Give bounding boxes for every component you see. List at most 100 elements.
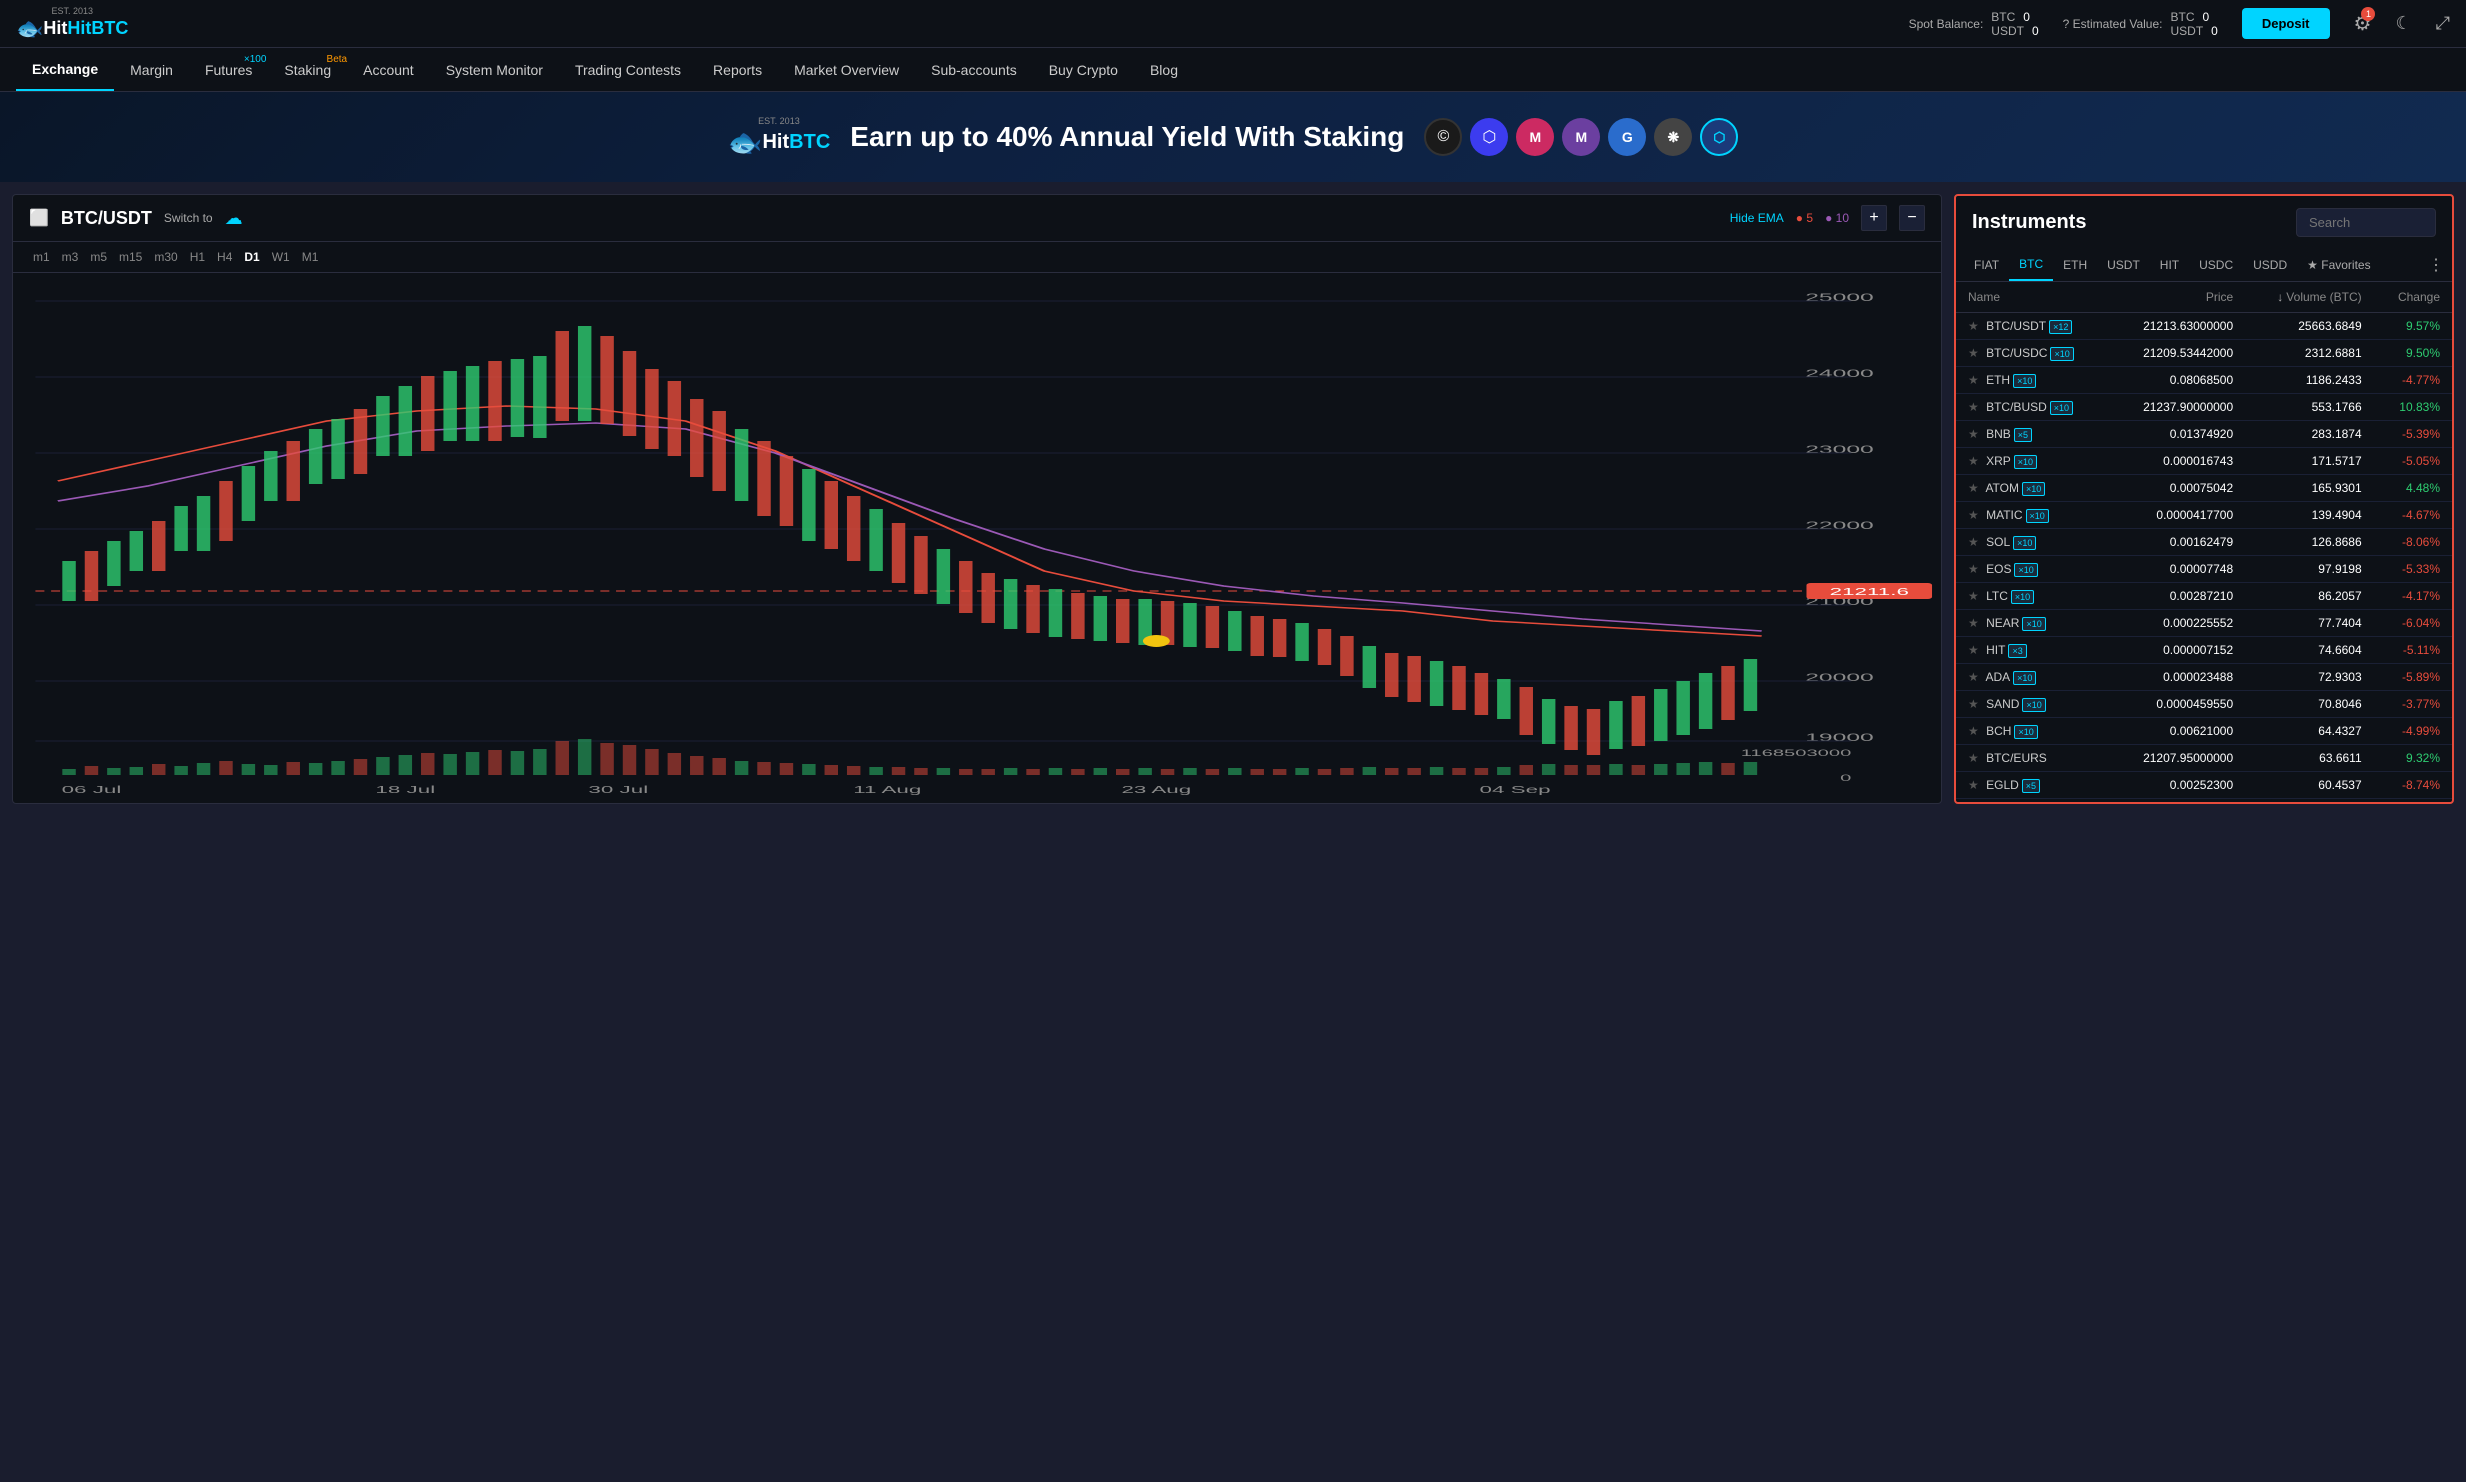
theme-icon[interactable]: ☾ [2395,13,2411,34]
table-row[interactable]: ★ ADA×10 0.000023488 72.9303 -5.89% [1956,664,2452,691]
nav-item-trading-contests[interactable]: Trading Contests [559,50,697,90]
zoom-in-button[interactable]: + [1861,205,1887,231]
star-icon[interactable]: ★ [1968,562,1979,576]
nav-item-sub-accounts[interactable]: Sub-accounts [915,50,1033,90]
star-icon[interactable]: ★ [1968,508,1979,522]
logo: EST. 2013 🐟 HitHitBTC [16,6,128,42]
table-row[interactable]: ★ EGLD×5 0.00252300 60.4537 -8.74% [1956,772,2452,799]
nav-item-margin[interactable]: Margin [114,50,189,90]
tf-m15[interactable]: m15 [115,248,146,266]
switch-icon[interactable]: ☁ [225,208,243,229]
price-chart: 25000 24000 23000 22000 21000 20000 1900… [13,281,1941,801]
table-row[interactable]: ★ BNB×5 0.01374920 283.1874 -5.39% [1956,421,2452,448]
star-icon[interactable]: ★ [1968,616,1979,630]
tab-hit[interactable]: HIT [2150,250,2189,280]
tab-more-icon[interactable]: ⋮ [2428,255,2444,275]
svg-text:18 Jul: 18 Jul [375,784,435,796]
tf-m5[interactable]: m5 [86,248,111,266]
table-row[interactable]: ★ MATIC×10 0.0000417700 139.4904 -4.67% [1956,502,2452,529]
star-icon[interactable]: ★ [1968,454,1979,468]
star-icon[interactable]: ★ [1968,589,1979,603]
star-icon[interactable]: ★ [1968,697,1979,711]
star-icon[interactable]: ★ [1968,346,1979,360]
table-row[interactable]: ★ LTC×10 0.00287210 86.2057 -4.17% [1956,583,2452,610]
table-row[interactable]: ★ ATOM×10 0.00075042 165.9301 4.48% [1956,475,2452,502]
chart-pair-icon: ⬜ [29,208,49,228]
price-cell: 0.000016743 [2110,448,2245,475]
nav-item-account[interactable]: Account [347,50,430,90]
table-row[interactable]: ★ EOS×10 0.00007748 97.9198 -5.33% [1956,556,2452,583]
tab-eth[interactable]: ETH [2053,250,2097,280]
tf-h1[interactable]: H1 [186,248,209,266]
zoom-out-button[interactable]: − [1899,205,1925,231]
name-cell: ★ HIT×3 [1956,637,2110,664]
table-row[interactable]: ★ BTC/USDT×12 21213.63000000 25663.6849 … [1956,313,2452,340]
tf-h4[interactable]: H4 [213,248,236,266]
table-row[interactable]: ★ HIT×3 0.000007152 74.6604 -5.11% [1956,637,2452,664]
star-icon[interactable]: ★ [1968,427,1979,441]
nav-item-blog[interactable]: Blog [1134,50,1194,90]
tab-favorites[interactable]: ★ Favorites [2297,250,2380,280]
table-row[interactable]: ★ SAND×10 0.0000459550 70.8046 -3.77% [1956,691,2452,718]
nav-item-exchange[interactable]: Exchange [16,49,114,91]
tab-btc[interactable]: BTC [2009,249,2053,281]
table-row[interactable]: ★ NEAR×10 0.000225552 77.7404 -6.04% [1956,610,2452,637]
tf-d1[interactable]: D1 [240,248,263,266]
tf-m1b[interactable]: M1 [298,248,323,266]
navigation: Exchange Margin Futures ×100 Staking Bet… [0,48,2466,92]
logo-btc: HitBTC [67,18,128,39]
nav-item-reports[interactable]: Reports [697,50,778,90]
tab-usdt[interactable]: USDT [2097,250,2150,280]
table-row[interactable]: ★ ETH×10 0.08068500 1186.2433 -4.77% [1956,367,2452,394]
change-cell: 4.48% [2374,475,2452,502]
table-row[interactable]: ★ BTC/DAI 21217.15000000 38.7707 9.33% [1956,799,2452,803]
estimated-label: ? Estimated Value: [2063,17,2163,31]
settings-icon[interactable]: ⚙ 1 [2354,11,2372,36]
change-cell: -8.74% [2374,772,2452,799]
search-input[interactable] [2296,208,2436,237]
nav-item-futures[interactable]: Futures ×100 [189,50,268,90]
star-icon[interactable]: ★ [1968,778,1979,792]
tf-m1[interactable]: m1 [29,248,54,266]
table-row[interactable]: ★ BCH×10 0.00621000 64.4327 -4.99% [1956,718,2452,745]
star-icon[interactable]: ★ [1968,643,1979,657]
star-icon[interactable]: ★ [1968,481,1979,495]
tab-fiat[interactable]: FIAT [1964,250,2009,280]
switch-to-label[interactable]: Switch to [164,211,213,225]
star-icon[interactable]: ★ [1968,400,1979,414]
table-row[interactable]: ★ BTC/EURS 21207.95000000 63.6611 9.32% [1956,745,2452,772]
est-btc-amount: 0 [2202,10,2209,24]
expand-icon[interactable]: ⤢ [2436,13,2450,34]
staking-banner[interactable]: EST. 2013 🐟 HitBTC Earn up to 40% Annual… [0,92,2466,182]
star-icon[interactable]: ★ [1968,373,1979,387]
star-icon[interactable]: ★ [1968,670,1979,684]
tab-usdc[interactable]: USDC [2189,250,2243,280]
star-icon[interactable]: ★ [1968,751,1979,765]
nav-item-system-monitor[interactable]: System Monitor [430,50,559,90]
table-row[interactable]: ★ XRP×10 0.000016743 171.5717 -5.05% [1956,448,2452,475]
deposit-button[interactable]: Deposit [2242,8,2330,39]
nav-item-staking[interactable]: Staking Beta [268,50,347,90]
hide-ema-btn[interactable]: Hide EMA [1730,211,1784,225]
star-icon[interactable]: ★ [1968,535,1979,549]
table-row[interactable]: ★ BTC/BUSD×10 21237.90000000 553.1766 10… [1956,394,2452,421]
nav-item-buy-crypto[interactable]: Buy Crypto [1033,50,1134,90]
star-icon[interactable]: ★ [1968,724,1979,738]
instruments-table-wrapper: Name Price ↓ Volume (BTC) Change ★ [1956,282,2452,802]
star-icon[interactable]: ★ [1968,319,1979,333]
tab-usdd[interactable]: USDD [2243,250,2297,280]
svg-text:22000: 22000 [1805,520,1874,532]
table-row[interactable]: ★ SOL×10 0.00162479 126.8686 -8.06% [1956,529,2452,556]
change-cell: -5.89% [2374,664,2452,691]
tf-w1[interactable]: W1 [268,248,294,266]
tf-m3[interactable]: m3 [58,248,83,266]
change-cell: -5.39% [2374,421,2452,448]
svg-text:04 Sep: 04 Sep [1480,784,1551,796]
chart-area: 25000 24000 23000 22000 21000 20000 1900… [13,273,1941,801]
table-row[interactable]: ★ BTC/USDC×10 21209.53442000 2312.6881 9… [1956,340,2452,367]
change-cell: -4.17% [2374,583,2452,610]
header-balance: Spot Balance: BTC 0 USDT 0 ? Estimated V… [1909,8,2450,39]
nav-item-market-overview[interactable]: Market Overview [778,50,915,90]
tf-m30[interactable]: m30 [150,248,181,266]
banner-coin-icons: © ⬡ M M G ❋ ⬡ [1424,118,1738,156]
